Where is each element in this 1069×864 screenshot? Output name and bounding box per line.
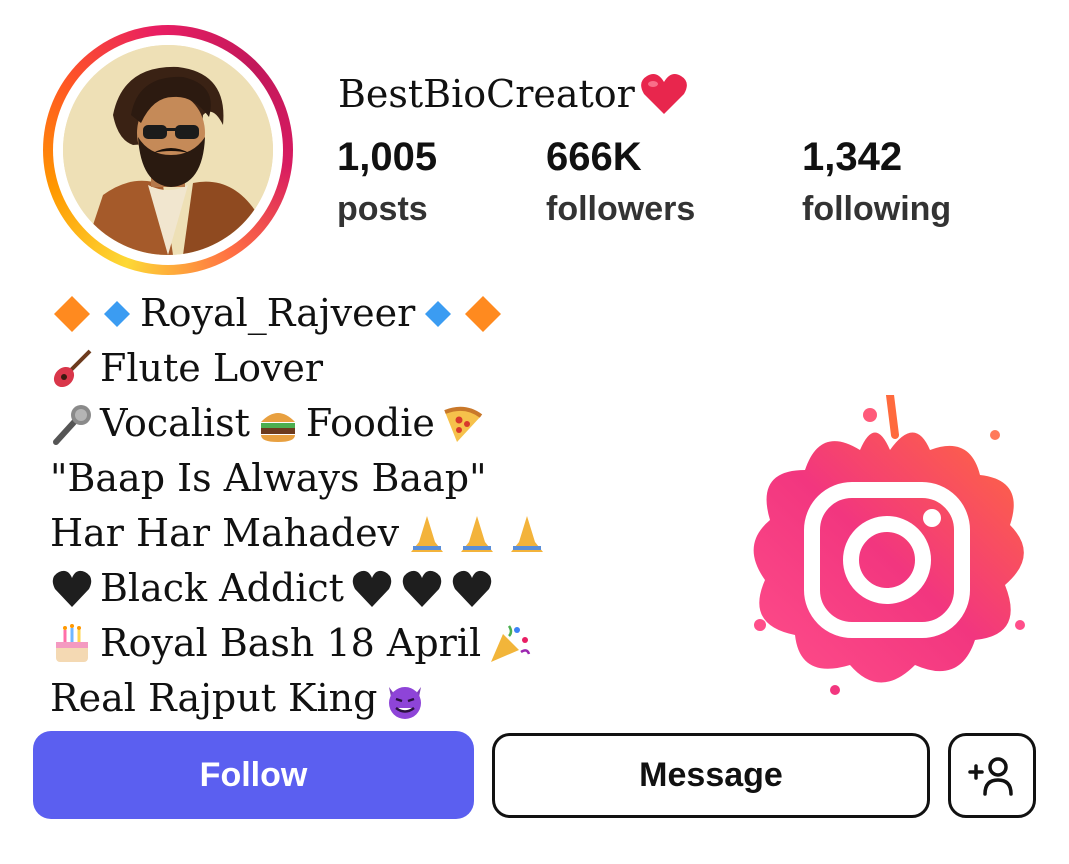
posts-count: 1,005	[337, 135, 438, 179]
stat-following[interactable]: 1,342 following	[802, 135, 951, 229]
bio-king-text: Real Rajput King	[50, 676, 378, 720]
orange-diamond-icon	[54, 295, 90, 332]
party-popper-icon	[491, 624, 531, 662]
avatar-ring	[43, 25, 293, 275]
follow-label: Follow	[199, 755, 308, 794]
bio-line-flute: Flute Lover	[50, 341, 549, 396]
folded-hands-icon	[511, 515, 544, 552]
folded-hands-icon	[461, 515, 494, 552]
posts-label: posts	[337, 190, 428, 228]
bio-line-name: Royal_Rajveer	[50, 286, 549, 341]
bio-name-text: Royal_Rajveer	[140, 291, 416, 335]
following-count: 1,342	[802, 135, 903, 179]
birthday-cake-icon	[56, 623, 88, 662]
bio-line-mahadev: Har Har Mahadev	[50, 506, 549, 561]
burger-icon	[260, 412, 295, 442]
profile-username: BestBioCreator	[338, 72, 689, 116]
follow-button[interactable]: Follow	[33, 731, 474, 819]
bio-line-bash: Royal Bash 18 April	[50, 616, 549, 671]
folded-hands-icon	[411, 515, 444, 552]
message-label: Message	[639, 756, 783, 794]
following-label: following	[802, 190, 952, 228]
blue-diamond-icon	[104, 300, 130, 327]
microphone-icon	[53, 404, 91, 445]
username-text: BestBioCreator	[338, 72, 635, 116]
bio-bash-text: Royal Bash 18 April	[100, 621, 482, 665]
bio-black-text: Black Addict	[100, 566, 344, 610]
black-heart-icon	[352, 570, 392, 607]
add-user-button[interactable]	[948, 733, 1036, 818]
add-person-icon	[968, 756, 1013, 796]
bio-vocalist-text: Vocalist	[100, 401, 250, 445]
bio-foodie-text: Foodie	[305, 401, 435, 445]
followers-count: 666K	[546, 135, 642, 179]
heart-icon	[640, 74, 687, 114]
avatar-border	[53, 35, 283, 265]
blue-diamond-icon	[425, 300, 452, 327]
bio-flute-text: Flute Lover	[100, 346, 324, 390]
profile-bio: Royal_Rajveer Flute Lover Vocalist Foodi…	[50, 286, 549, 726]
followers-label: followers	[546, 190, 696, 228]
guitar-icon	[53, 349, 92, 387]
instagram-logo-icon	[740, 391, 1040, 705]
stat-followers[interactable]: 666K followers	[546, 135, 695, 229]
pizza-icon	[444, 406, 483, 442]
black-heart-icon	[402, 570, 442, 607]
bio-mahadev-text: Har Har Mahadev	[50, 511, 400, 555]
black-heart-icon	[52, 570, 92, 607]
stat-posts[interactable]: 1,005 posts	[337, 135, 437, 229]
bio-line-quote: "Baap Is Always Baap"	[50, 451, 549, 506]
bio-line-vocalist: Vocalist Foodie	[50, 396, 549, 451]
bio-line-king: Real Rajput King	[50, 671, 549, 726]
bio-line-black: Black Addict	[50, 561, 549, 616]
bio-quote-text: "Baap Is Always Baap"	[50, 456, 487, 500]
orange-diamond-icon	[465, 295, 502, 332]
avatar[interactable]	[63, 45, 273, 255]
black-heart-icon	[452, 570, 492, 607]
smiling-devil-icon	[389, 686, 422, 719]
man-portrait-image	[63, 45, 273, 255]
message-button[interactable]: Message	[492, 733, 930, 818]
